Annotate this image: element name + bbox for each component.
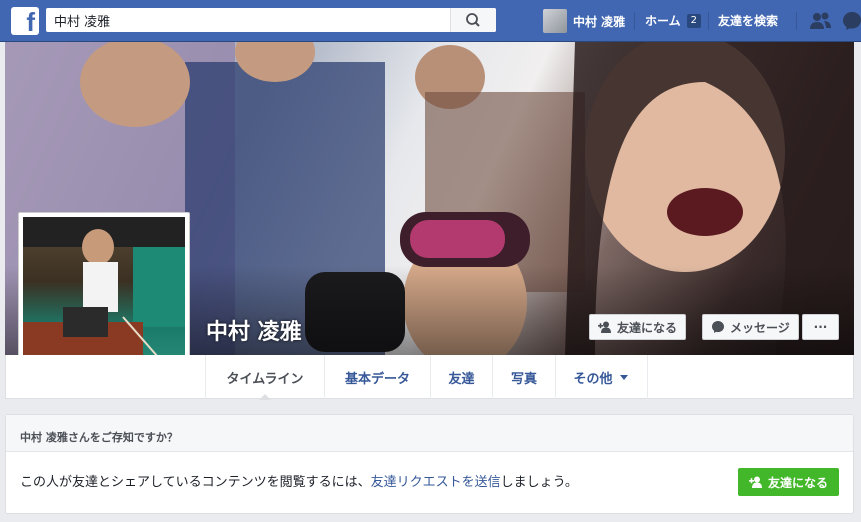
messenger-icon <box>712 321 724 333</box>
top-navigation-bar: f 中村 凌雅 ホーム 2 友達を検索 <box>0 0 861 42</box>
active-tab-indicator <box>259 394 271 400</box>
add-friend-icon <box>598 321 611 333</box>
nav-home-link[interactable]: ホーム 2 <box>645 12 702 29</box>
nav-divider <box>708 12 709 30</box>
friend-prompt-text: この人が友達とシェアしているコンテンツを閲覧するには、友達リクエストを送信しまし… <box>20 475 578 490</box>
facebook-logo-icon[interactable]: f <box>11 7 39 37</box>
nav-user-name: 中村 凌雅 <box>573 14 626 29</box>
nav-find-friends-link[interactable]: 友達を検索 <box>718 12 778 29</box>
profile-tabs: タイムライン 基本データ 友達 写真 その他 <box>5 355 854 400</box>
tab-more[interactable]: その他 <box>555 355 648 399</box>
send-friend-request-link[interactable]: 友達リクエストを送信 <box>371 475 501 490</box>
search-button[interactable] <box>450 8 496 32</box>
nav-divider <box>634 12 635 30</box>
avatar <box>543 9 567 33</box>
nav-home-label: ホーム <box>645 14 681 28</box>
tab-friends[interactable]: 友達 <box>430 355 492 399</box>
friend-requests-icon[interactable] <box>808 10 834 32</box>
profile-picture-image <box>23 217 185 378</box>
more-options-button[interactable]: ··· <box>802 314 839 340</box>
tab-about[interactable]: 基本データ <box>324 355 430 399</box>
nav-user-profile-link[interactable]: 中村 凌雅 <box>543 8 625 34</box>
add-friend-button[interactable]: 友達になる <box>589 314 687 340</box>
add-friend-icon <box>748 476 762 488</box>
friend-prompt-title: 中村 凌雅さんをご存知ですか？ <box>6 415 853 452</box>
messenger-icon[interactable] <box>842 10 861 32</box>
search-box <box>46 8 496 32</box>
chevron-down-icon <box>619 375 628 380</box>
home-count-badge: 2 <box>686 13 702 28</box>
more-dots-icon: ··· <box>813 320 828 334</box>
nav-divider <box>796 12 797 30</box>
profile-name: 中村 凌雅 <box>206 320 302 345</box>
add-friend-button-green[interactable]: 友達になる <box>737 468 839 496</box>
message-button[interactable]: メッセージ <box>702 314 799 340</box>
search-input[interactable] <box>46 8 450 32</box>
tab-photos[interactable]: 写真 <box>492 355 555 399</box>
search-icon <box>466 13 480 27</box>
friend-prompt-card: 中村 凌雅さんをご存知ですか？ この人が友達とシェアしているコンテンツを閲覧する… <box>5 414 854 514</box>
tab-timeline[interactable]: タイムライン <box>205 355 324 400</box>
